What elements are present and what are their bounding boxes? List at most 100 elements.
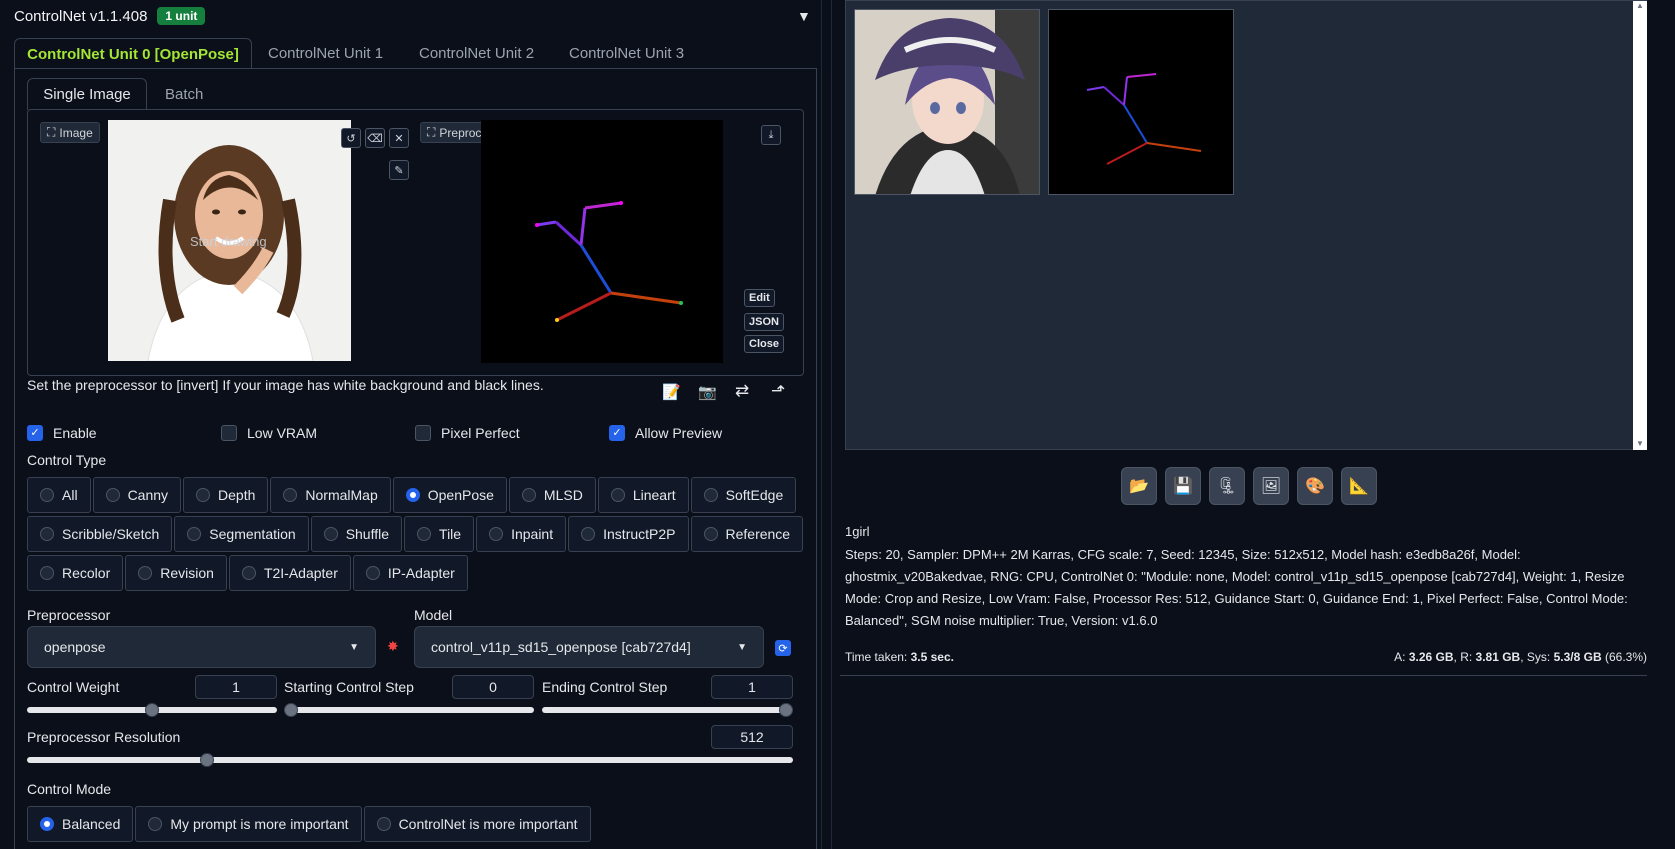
radio-circle[interactable] (581, 527, 596, 541)
control-mode-option[interactable]: ControlNet is more important (363, 806, 591, 842)
zip-icon[interactable]: 🗜 (1209, 467, 1245, 505)
pixel-perfect-checkbox[interactable]: Pixel Perfect (415, 425, 520, 441)
control-type-option[interactable]: Inpaint (476, 516, 567, 552)
tab-unit-1[interactable]: ControlNet Unit 1 (268, 38, 383, 69)
control-type-option[interactable]: Scribble/Sketch (27, 516, 173, 552)
eraser-icon[interactable]: ⌫ (365, 128, 385, 148)
radio-circle[interactable] (365, 566, 380, 580)
checkbox-box[interactable] (609, 425, 625, 441)
json-button[interactable]: JSON (744, 313, 784, 331)
control-type-option[interactable]: Shuffle (310, 516, 403, 552)
control-type-option[interactable]: Canny (92, 477, 182, 513)
control-type-option[interactable]: InstructP2P (568, 516, 689, 552)
model-dropdown[interactable]: control_v11p_sd15_openpose [cab727d4] ▼ (414, 626, 764, 668)
slider-thumb[interactable] (145, 703, 159, 717)
save-icon[interactable]: 💾 (1165, 467, 1201, 505)
swap-icon[interactable]: ⇄ (735, 381, 749, 401)
control-type-option[interactable]: MLSD (508, 477, 596, 513)
starting-step-input[interactable]: 0 (452, 675, 534, 699)
preprocessor-resolution-input[interactable]: 512 (711, 725, 793, 749)
send-to-extras-icon[interactable]: 📐 (1341, 467, 1377, 505)
checkbox-box[interactable] (221, 425, 237, 441)
undo-icon[interactable]: ↺ (341, 128, 361, 148)
notes-icon[interactable]: 📝 (662, 383, 681, 401)
control-type-option[interactable]: T2I-Adapter (228, 555, 351, 591)
radio-circle[interactable] (521, 488, 536, 502)
scroll-down-icon[interactable]: ▼ (1633, 439, 1647, 448)
radio-circle[interactable] (489, 527, 504, 541)
control-type-option[interactable]: Revision (125, 555, 227, 591)
control-type-option[interactable]: IP-Adapter (352, 555, 468, 591)
radio-circle[interactable] (323, 527, 338, 541)
brush-icon[interactable]: ✎ (389, 160, 409, 180)
gallery-thumbnail[interactable] (854, 9, 1040, 195)
send-dimensions-icon[interactable]: ⬏ (771, 381, 785, 401)
control-type-option[interactable]: NormalMap (270, 477, 391, 513)
folder-icon[interactable]: 📂 (1121, 467, 1157, 505)
radio-circle[interactable] (283, 488, 298, 502)
control-type-option[interactable]: Recolor (27, 555, 124, 591)
radio-circle[interactable] (610, 488, 625, 502)
allow-preview-checkbox[interactable]: Allow Preview (609, 425, 722, 441)
control-type-option[interactable]: Reference (690, 516, 804, 552)
slider-thumb[interactable] (779, 703, 793, 717)
radio-label: Depth (218, 487, 256, 503)
tab-batch[interactable]: Batch (165, 78, 203, 110)
radio-circle[interactable] (196, 488, 211, 502)
edit-button[interactable]: Edit (744, 289, 775, 307)
radio-circle[interactable] (405, 488, 420, 502)
preprocessor-label: Preprocessor (27, 607, 111, 623)
tab-unit-3[interactable]: ControlNet Unit 3 (569, 38, 684, 69)
tab-unit-2[interactable]: ControlNet Unit 2 (419, 38, 534, 69)
scrollbar[interactable]: ▲ ▼ (1633, 1, 1647, 450)
slider-thumb[interactable] (199, 753, 214, 767)
radio-circle[interactable] (241, 566, 256, 580)
radio-circle[interactable] (40, 527, 54, 541)
preprocessor-resolution-slider[interactable] (27, 757, 793, 763)
control-type-option-selected[interactable]: OpenPose (392, 477, 507, 513)
run-preprocessor-icon[interactable]: ✸ (387, 638, 399, 655)
radio-circle[interactable] (187, 527, 202, 541)
control-type-option[interactable]: All (27, 477, 91, 513)
control-type-option[interactable]: Depth (183, 477, 269, 513)
radio-circle[interactable] (105, 488, 120, 502)
gallery-thumbnail[interactable] (1048, 9, 1234, 195)
enable-checkbox[interactable]: Enable (27, 425, 97, 441)
starting-step-slider[interactable] (284, 707, 534, 713)
close-icon[interactable]: ✕ (389, 128, 409, 148)
radio-circle[interactable] (703, 527, 718, 541)
camera-icon[interactable]: 📷 (698, 383, 717, 401)
radio-circle[interactable] (703, 488, 718, 502)
send-to-img2img-icon[interactable]: 🖼 (1253, 467, 1289, 505)
radio-circle[interactable] (417, 527, 432, 541)
radio-circle[interactable] (376, 817, 391, 831)
radio-circle[interactable] (40, 488, 54, 502)
radio-circle[interactable] (40, 566, 54, 580)
tab-single-image[interactable]: Single Image (27, 78, 147, 110)
control-type-option[interactable]: Tile (404, 516, 475, 552)
controlnet-header[interactable]: ControlNet v1.1.408 1 unit (14, 7, 206, 25)
control-type-option[interactable]: Lineart (597, 477, 689, 513)
control-mode-option[interactable]: My prompt is more important (135, 806, 362, 842)
radio-circle[interactable] (138, 566, 153, 580)
checkbox-box[interactable] (27, 425, 43, 441)
checkbox-box[interactable] (415, 425, 431, 441)
scroll-up-icon[interactable]: ▲ (1633, 1, 1647, 10)
triangle-down-icon[interactable]: ▼ (797, 8, 811, 24)
tab-unit-0[interactable]: ControlNet Unit 0 [OpenPose] (14, 38, 252, 69)
ending-step-input[interactable]: 1 (711, 675, 793, 699)
radio-circle[interactable] (148, 817, 163, 831)
slider-thumb[interactable] (284, 703, 298, 717)
low-vram-checkbox[interactable]: Low VRAM (221, 425, 317, 441)
download-icon[interactable]: ⤓ (761, 125, 781, 145)
control-mode-option-selected[interactable]: Balanced (27, 806, 134, 842)
send-to-inpaint-icon[interactable]: 🎨 (1297, 467, 1333, 505)
control-type-option[interactable]: SoftEdge (690, 477, 797, 513)
radio-circle[interactable] (40, 817, 54, 831)
control-type-option[interactable]: Segmentation (174, 516, 309, 552)
control-weight-input[interactable]: 1 (195, 675, 277, 699)
ending-step-slider[interactable] (542, 707, 793, 713)
preprocessor-dropdown[interactable]: openpose ▼ (27, 626, 376, 668)
refresh-icon[interactable]: ⟳ (775, 640, 791, 656)
close-button[interactable]: Close (744, 335, 784, 353)
